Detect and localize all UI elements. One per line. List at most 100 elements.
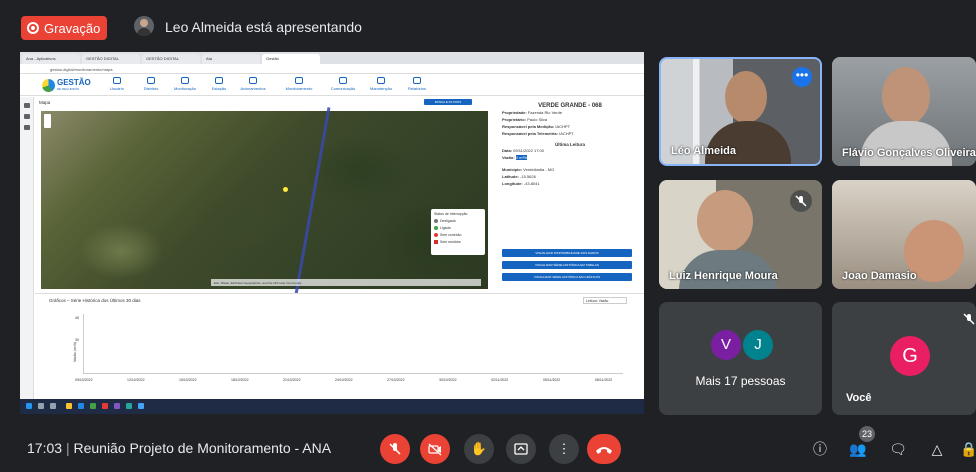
info-key: Data: (502, 148, 513, 153)
info-value: -15.5626 (520, 174, 536, 179)
chart-history-button[interactable]: VISUALIZAR SÉRIE HISTÓRICA EM GRÁFICOS (502, 273, 632, 281)
lock-icon: 🔒 (960, 440, 976, 457)
pin-icon[interactable] (23, 125, 30, 130)
station-marker[interactable] (283, 187, 288, 192)
chat-button[interactable]: 🗨 (887, 438, 909, 460)
more-options-button[interactable]: ⋮ (549, 434, 579, 464)
app-icon[interactable] (138, 403, 144, 409)
browser-tab-active[interactable]: Gestão (262, 54, 320, 64)
legend-label: Ligada (440, 226, 451, 230)
nav-item[interactable]: Acionamentos (236, 77, 270, 91)
hang-up-icon (596, 447, 612, 454)
logo-text: GESTÃO (57, 78, 91, 87)
nav-item[interactable]: Relatórios (400, 77, 434, 91)
menu-icon[interactable] (23, 103, 30, 108)
chart-title: Gráficos – Série Histórica dos Últimos 3… (49, 298, 141, 303)
taskview-icon[interactable] (50, 403, 56, 409)
nav-item[interactable]: Estação (202, 77, 236, 91)
camera-off-button[interactable] (420, 434, 450, 464)
zoom-control[interactable] (44, 114, 51, 128)
x-tick-label: 08/11/2022 (595, 378, 613, 382)
info-row: Município: Verdelândia - MG (496, 166, 644, 173)
app-icon[interactable] (90, 403, 96, 409)
participant-tile-3[interactable]: Joao Damasio (832, 180, 976, 289)
map-legend: Status de Interrupção Desligada Ligada S… (431, 209, 485, 255)
info-value: IACHPT (555, 124, 571, 129)
info-row: Proprietário: Paulo Silva (496, 116, 644, 123)
self-tile[interactable]: G Você (832, 302, 976, 415)
participant-name: Luiz Henrique Moura (669, 270, 778, 282)
nav-item[interactable]: Monitoramento (282, 77, 316, 91)
people-icon: 👥 (849, 440, 867, 457)
legend-item: Sem medidor (434, 240, 482, 244)
availability-button[interactable]: VISUALIZAR DISPONIBILIDADE DOS DADOS (502, 249, 632, 257)
legend-title: Status de Interrupção (434, 212, 468, 216)
reading-select[interactable]: Leitura: Vazão (583, 297, 627, 304)
more-participants-tile[interactable]: V J Mais 17 pessoas (659, 302, 822, 415)
browser-tab[interactable]: Ana - Aplicativos (22, 54, 80, 64)
history-chart-panel: Gráficos – Série Histórica dos Últimos 3… (35, 293, 644, 399)
nav-item[interactable]: Monitoração (168, 77, 202, 91)
nav-item[interactable]: Distritos (134, 77, 168, 91)
activities-button[interactable]: △ (926, 438, 948, 460)
nav-label: Usuário (110, 86, 124, 91)
app-icon[interactable] (126, 403, 132, 409)
legend-label: Desligada (440, 219, 456, 223)
avatar: V (711, 330, 741, 360)
info-key: Vazão: (502, 155, 515, 160)
info-value-selected[interactable]: 0 m³/h (515, 155, 528, 160)
info-row: Data: 09/11/2022 17:00 (496, 147, 644, 154)
table-history-button[interactable]: VISUALIZAR SÉRIE HISTÓRICA EM TABELAS (502, 261, 632, 269)
nav-label: Manutenção (369, 86, 392, 91)
app-icon[interactable] (114, 403, 120, 409)
browser-tabs: Ana - Aplicativos GESTÃO DIGITAL GESTÃO … (20, 52, 644, 64)
mic-off-button[interactable] (380, 434, 410, 464)
x-tick-label: 15/10/2022 (179, 378, 197, 382)
nav-item[interactable]: Comunicação (326, 77, 360, 91)
leave-call-button[interactable] (587, 434, 621, 464)
info-row: Responsável pela Telemetria: IACHPT (496, 130, 644, 137)
presenting-text: Leo Almeida está apresentando (165, 19, 362, 35)
search-filter-button[interactable]: BUSCA E FILTROS (424, 99, 472, 105)
browser-tab[interactable]: Ata (202, 54, 260, 64)
nav-item[interactable]: Manutenção (364, 77, 398, 91)
activities-icon: △ (931, 440, 943, 457)
folder-icon[interactable] (66, 403, 72, 409)
recording-label: Gravação (44, 20, 101, 36)
avatar: G (890, 336, 930, 376)
present-button[interactable] (506, 434, 536, 464)
info-key: Responsável pela Telemetria: (502, 131, 558, 136)
start-icon[interactable] (26, 403, 32, 409)
lock-button[interactable]: 🔒 (958, 438, 976, 460)
raise-hand-button[interactable]: ✋ (464, 434, 494, 464)
muted-mic-icon (790, 190, 812, 212)
map-panel: Mapa BUSCA E FILTROS Status de Interrupç… (35, 97, 492, 295)
browser-tab[interactable]: GESTÃO DIGITAL (142, 54, 200, 64)
info-key: Longitude: (502, 181, 523, 186)
app-icon[interactable] (78, 403, 84, 409)
app-logo[interactable]: GESTÃO DE RECURSOS (42, 78, 91, 93)
select-value: Vazão (598, 299, 609, 303)
legend-label: Sem medidor (440, 240, 461, 244)
layers-icon[interactable] (23, 114, 30, 119)
station-icon (215, 77, 223, 84)
browser-url-bar[interactable]: gestao.digital/monitoramento/mapa (20, 64, 644, 74)
participant-tile-2[interactable]: Luiz Henrique Moura (659, 180, 822, 289)
participant-tile-0[interactable]: ••• Léo Almeida (659, 57, 822, 166)
y-tick: 45 (75, 316, 79, 320)
browser-tab[interactable]: GESTÃO DIGITAL (82, 54, 140, 64)
participant-tile-1[interactable]: Flávio Gonçalves Oliveira (832, 57, 976, 166)
satellite-map[interactable]: Status de Interrupção Desligada Ligada S… (41, 107, 488, 295)
info-key: Propriedade: (502, 110, 527, 115)
meeting-controls-bar: 17:03 | Reunião Projeto de Monitoramento… (0, 424, 976, 472)
app-icon[interactable] (102, 403, 108, 409)
more-options-icon[interactable]: ••• (792, 67, 812, 87)
nav-item[interactable]: Usuário (100, 77, 134, 91)
info-value: Fazenda Rio Verde (527, 110, 563, 115)
presenter-avatar (134, 16, 154, 36)
communication-icon (339, 77, 347, 84)
select-label: Leitura: (586, 299, 598, 303)
info-button[interactable]: ⓘ (809, 438, 831, 460)
search-icon[interactable] (38, 403, 44, 409)
recording-badge[interactable]: Gravação (21, 16, 107, 40)
